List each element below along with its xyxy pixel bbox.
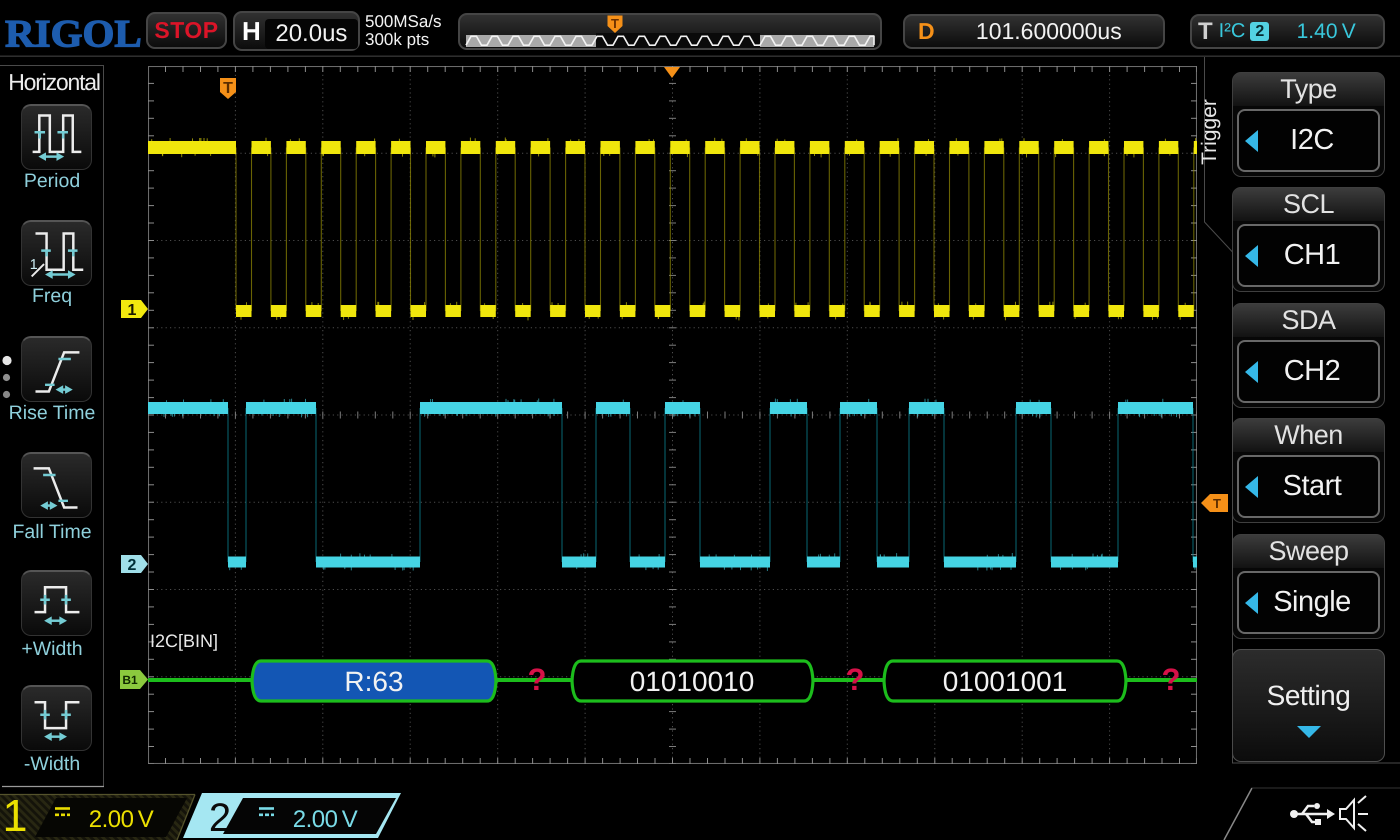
svg-text:2.00 V: 2.00 V xyxy=(293,806,358,833)
svg-text:2.00 V: 2.00 V xyxy=(89,806,154,833)
svg-text:1: 1 xyxy=(2,790,27,840)
